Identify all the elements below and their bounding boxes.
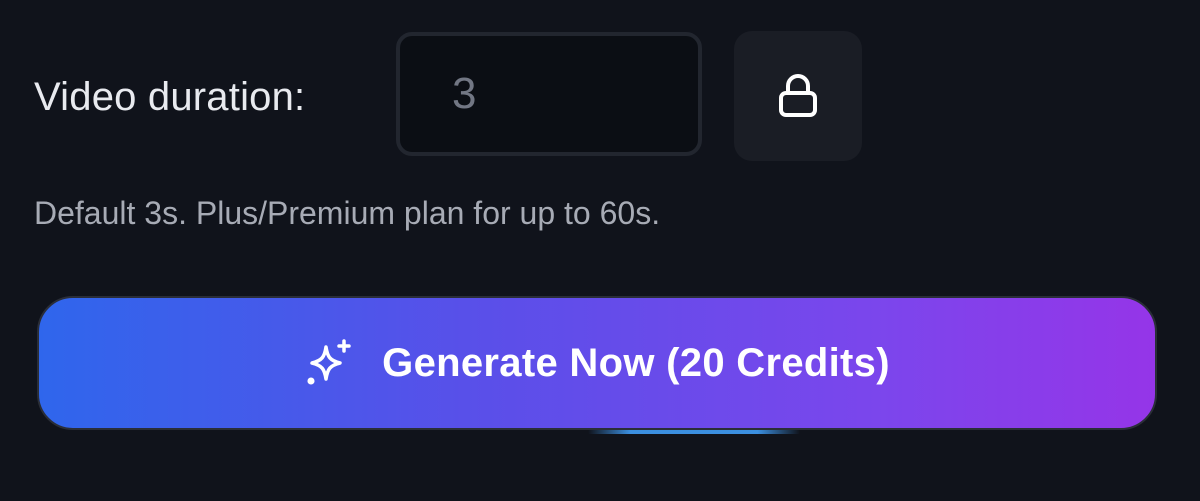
video-duration-input[interactable]	[396, 32, 702, 156]
lock-icon	[774, 72, 822, 120]
generate-now-label: Generate Now (20 Credits)	[382, 340, 890, 385]
duration-hint-text: Default 3s. Plus/Premium plan for up to …	[34, 195, 661, 231]
video-settings-panel: Video duration: Default 3s. Plus/Premium…	[0, 0, 1200, 501]
video-duration-label: Video duration:	[34, 75, 306, 119]
generate-now-button[interactable]: Generate Now (20 Credits)	[37, 296, 1157, 430]
lock-button[interactable]	[734, 31, 862, 161]
button-glow-accent	[588, 430, 800, 434]
sparkle-icon	[304, 337, 356, 389]
